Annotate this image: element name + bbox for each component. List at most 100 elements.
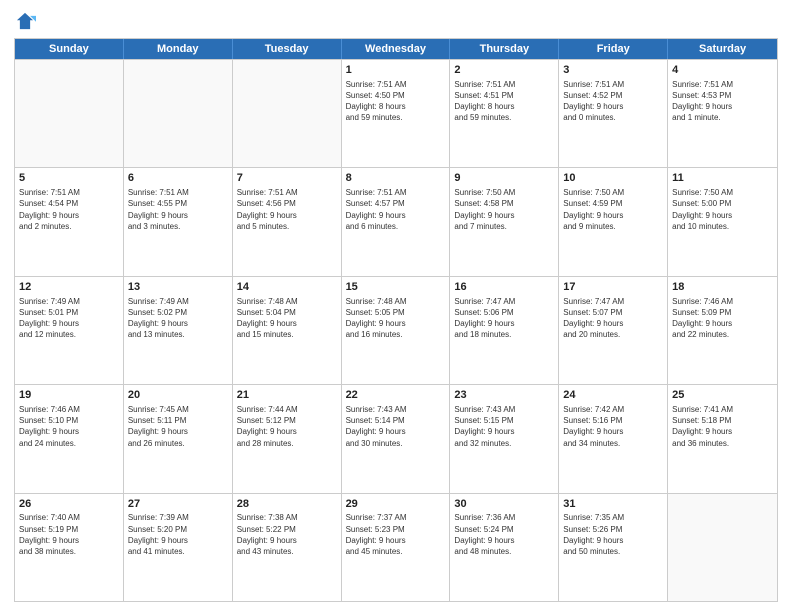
- cal-cell-empty-0-0: [15, 60, 124, 167]
- cal-cell-27: 27Sunrise: 7:39 AM Sunset: 5:20 PM Dayli…: [124, 494, 233, 601]
- cal-cell-8: 8Sunrise: 7:51 AM Sunset: 4:57 PM Daylig…: [342, 168, 451, 275]
- cell-date-15: 15: [346, 280, 446, 295]
- cal-cell-7: 7Sunrise: 7:51 AM Sunset: 4:56 PM Daylig…: [233, 168, 342, 275]
- cell-date-3: 3: [563, 63, 663, 78]
- weekday-header-tuesday: Tuesday: [233, 39, 342, 59]
- weekday-header-thursday: Thursday: [450, 39, 559, 59]
- cell-date-25: 25: [672, 388, 773, 403]
- cal-cell-20: 20Sunrise: 7:45 AM Sunset: 5:11 PM Dayli…: [124, 385, 233, 492]
- cal-cell-24: 24Sunrise: 7:42 AM Sunset: 5:16 PM Dayli…: [559, 385, 668, 492]
- cell-info-19: Sunrise: 7:46 AM Sunset: 5:10 PM Dayligh…: [19, 404, 119, 449]
- cal-cell-25: 25Sunrise: 7:41 AM Sunset: 5:18 PM Dayli…: [668, 385, 777, 492]
- cell-info-12: Sunrise: 7:49 AM Sunset: 5:01 PM Dayligh…: [19, 296, 119, 341]
- page: SundayMondayTuesdayWednesdayThursdayFrid…: [0, 0, 792, 612]
- cell-date-13: 13: [128, 280, 228, 295]
- cal-cell-6: 6Sunrise: 7:51 AM Sunset: 4:55 PM Daylig…: [124, 168, 233, 275]
- cell-date-26: 26: [19, 497, 119, 512]
- logo: [14, 10, 40, 32]
- cell-info-16: Sunrise: 7:47 AM Sunset: 5:06 PM Dayligh…: [454, 296, 554, 341]
- cell-info-21: Sunrise: 7:44 AM Sunset: 5:12 PM Dayligh…: [237, 404, 337, 449]
- cell-date-14: 14: [237, 280, 337, 295]
- cell-date-17: 17: [563, 280, 663, 295]
- cell-date-11: 11: [672, 171, 773, 186]
- cell-info-7: Sunrise: 7:51 AM Sunset: 4:56 PM Dayligh…: [237, 187, 337, 232]
- cal-cell-13: 13Sunrise: 7:49 AM Sunset: 5:02 PM Dayli…: [124, 277, 233, 384]
- cal-cell-18: 18Sunrise: 7:46 AM Sunset: 5:09 PM Dayli…: [668, 277, 777, 384]
- cal-cell-28: 28Sunrise: 7:38 AM Sunset: 5:22 PM Dayli…: [233, 494, 342, 601]
- cell-info-18: Sunrise: 7:46 AM Sunset: 5:09 PM Dayligh…: [672, 296, 773, 341]
- cal-cell-19: 19Sunrise: 7:46 AM Sunset: 5:10 PM Dayli…: [15, 385, 124, 492]
- cell-info-20: Sunrise: 7:45 AM Sunset: 5:11 PM Dayligh…: [128, 404, 228, 449]
- cal-cell-5: 5Sunrise: 7:51 AM Sunset: 4:54 PM Daylig…: [15, 168, 124, 275]
- cal-cell-4: 4Sunrise: 7:51 AM Sunset: 4:53 PM Daylig…: [668, 60, 777, 167]
- cell-date-21: 21: [237, 388, 337, 403]
- cell-date-31: 31: [563, 497, 663, 512]
- cal-cell-11: 11Sunrise: 7:50 AM Sunset: 5:00 PM Dayli…: [668, 168, 777, 275]
- cell-date-30: 30: [454, 497, 554, 512]
- weekday-header-friday: Friday: [559, 39, 668, 59]
- cell-info-13: Sunrise: 7:49 AM Sunset: 5:02 PM Dayligh…: [128, 296, 228, 341]
- cell-date-28: 28: [237, 497, 337, 512]
- cell-date-1: 1: [346, 63, 446, 78]
- cell-info-30: Sunrise: 7:36 AM Sunset: 5:24 PM Dayligh…: [454, 512, 554, 557]
- cal-cell-17: 17Sunrise: 7:47 AM Sunset: 5:07 PM Dayli…: [559, 277, 668, 384]
- cal-cell-empty-4-6: [668, 494, 777, 601]
- cell-date-19: 19: [19, 388, 119, 403]
- cell-info-15: Sunrise: 7:48 AM Sunset: 5:05 PM Dayligh…: [346, 296, 446, 341]
- cell-info-17: Sunrise: 7:47 AM Sunset: 5:07 PM Dayligh…: [563, 296, 663, 341]
- calendar-body: 1Sunrise: 7:51 AM Sunset: 4:50 PM Daylig…: [15, 59, 777, 601]
- cal-cell-9: 9Sunrise: 7:50 AM Sunset: 4:58 PM Daylig…: [450, 168, 559, 275]
- cell-date-9: 9: [454, 171, 554, 186]
- cell-info-2: Sunrise: 7:51 AM Sunset: 4:51 PM Dayligh…: [454, 79, 554, 124]
- cell-date-20: 20: [128, 388, 228, 403]
- cell-info-14: Sunrise: 7:48 AM Sunset: 5:04 PM Dayligh…: [237, 296, 337, 341]
- cell-date-7: 7: [237, 171, 337, 186]
- cell-date-10: 10: [563, 171, 663, 186]
- cal-cell-30: 30Sunrise: 7:36 AM Sunset: 5:24 PM Dayli…: [450, 494, 559, 601]
- cal-cell-23: 23Sunrise: 7:43 AM Sunset: 5:15 PM Dayli…: [450, 385, 559, 492]
- cal-cell-3: 3Sunrise: 7:51 AM Sunset: 4:52 PM Daylig…: [559, 60, 668, 167]
- cell-date-2: 2: [454, 63, 554, 78]
- cell-date-4: 4: [672, 63, 773, 78]
- calendar-row-1: 5Sunrise: 7:51 AM Sunset: 4:54 PM Daylig…: [15, 167, 777, 275]
- weekday-header-sunday: Sunday: [15, 39, 124, 59]
- cal-cell-12: 12Sunrise: 7:49 AM Sunset: 5:01 PM Dayli…: [15, 277, 124, 384]
- cal-cell-15: 15Sunrise: 7:48 AM Sunset: 5:05 PM Dayli…: [342, 277, 451, 384]
- cell-date-16: 16: [454, 280, 554, 295]
- weekday-header-monday: Monday: [124, 39, 233, 59]
- cell-info-31: Sunrise: 7:35 AM Sunset: 5:26 PM Dayligh…: [563, 512, 663, 557]
- calendar-header: SundayMondayTuesdayWednesdayThursdayFrid…: [15, 39, 777, 59]
- calendar-row-3: 19Sunrise: 7:46 AM Sunset: 5:10 PM Dayli…: [15, 384, 777, 492]
- cell-date-6: 6: [128, 171, 228, 186]
- cal-cell-empty-0-2: [233, 60, 342, 167]
- calendar: SundayMondayTuesdayWednesdayThursdayFrid…: [14, 38, 778, 602]
- cell-info-25: Sunrise: 7:41 AM Sunset: 5:18 PM Dayligh…: [672, 404, 773, 449]
- cal-cell-16: 16Sunrise: 7:47 AM Sunset: 5:06 PM Dayli…: [450, 277, 559, 384]
- cal-cell-14: 14Sunrise: 7:48 AM Sunset: 5:04 PM Dayli…: [233, 277, 342, 384]
- cell-info-8: Sunrise: 7:51 AM Sunset: 4:57 PM Dayligh…: [346, 187, 446, 232]
- cal-cell-1: 1Sunrise: 7:51 AM Sunset: 4:50 PM Daylig…: [342, 60, 451, 167]
- cell-info-3: Sunrise: 7:51 AM Sunset: 4:52 PM Dayligh…: [563, 79, 663, 124]
- cal-cell-22: 22Sunrise: 7:43 AM Sunset: 5:14 PM Dayli…: [342, 385, 451, 492]
- cell-info-23: Sunrise: 7:43 AM Sunset: 5:15 PM Dayligh…: [454, 404, 554, 449]
- cal-cell-10: 10Sunrise: 7:50 AM Sunset: 4:59 PM Dayli…: [559, 168, 668, 275]
- calendar-row-2: 12Sunrise: 7:49 AM Sunset: 5:01 PM Dayli…: [15, 276, 777, 384]
- cal-cell-31: 31Sunrise: 7:35 AM Sunset: 5:26 PM Dayli…: [559, 494, 668, 601]
- cell-info-22: Sunrise: 7:43 AM Sunset: 5:14 PM Dayligh…: [346, 404, 446, 449]
- cell-info-10: Sunrise: 7:50 AM Sunset: 4:59 PM Dayligh…: [563, 187, 663, 232]
- cal-cell-2: 2Sunrise: 7:51 AM Sunset: 4:51 PM Daylig…: [450, 60, 559, 167]
- cal-cell-26: 26Sunrise: 7:40 AM Sunset: 5:19 PM Dayli…: [15, 494, 124, 601]
- cell-info-28: Sunrise: 7:38 AM Sunset: 5:22 PM Dayligh…: [237, 512, 337, 557]
- cell-date-29: 29: [346, 497, 446, 512]
- cell-info-29: Sunrise: 7:37 AM Sunset: 5:23 PM Dayligh…: [346, 512, 446, 557]
- cell-info-26: Sunrise: 7:40 AM Sunset: 5:19 PM Dayligh…: [19, 512, 119, 557]
- cell-info-6: Sunrise: 7:51 AM Sunset: 4:55 PM Dayligh…: [128, 187, 228, 232]
- cell-info-27: Sunrise: 7:39 AM Sunset: 5:20 PM Dayligh…: [128, 512, 228, 557]
- cell-info-24: Sunrise: 7:42 AM Sunset: 5:16 PM Dayligh…: [563, 404, 663, 449]
- cell-date-23: 23: [454, 388, 554, 403]
- cell-info-11: Sunrise: 7:50 AM Sunset: 5:00 PM Dayligh…: [672, 187, 773, 232]
- cell-info-9: Sunrise: 7:50 AM Sunset: 4:58 PM Dayligh…: [454, 187, 554, 232]
- cell-info-1: Sunrise: 7:51 AM Sunset: 4:50 PM Dayligh…: [346, 79, 446, 124]
- cell-date-12: 12: [19, 280, 119, 295]
- cell-date-22: 22: [346, 388, 446, 403]
